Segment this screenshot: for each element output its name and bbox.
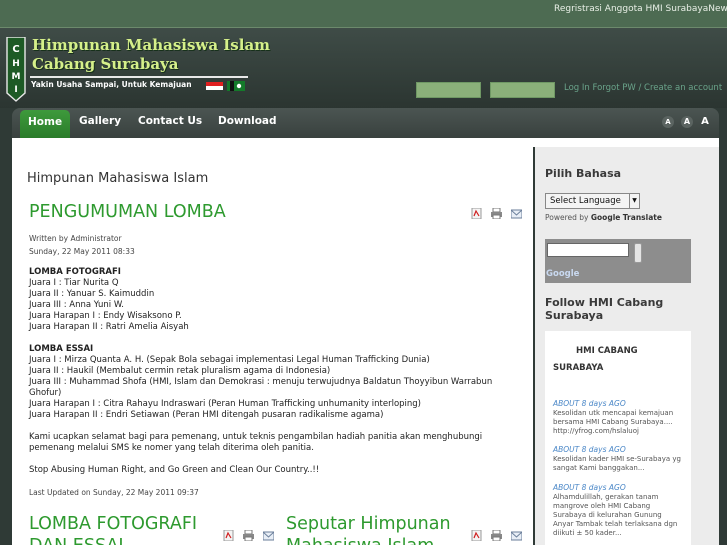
svg-text:C: C <box>12 44 19 55</box>
password-input[interactable] <box>490 82 555 98</box>
site-header: C H M I Himpunan Mahasiswa Islam Cabang … <box>0 28 727 108</box>
site-title[interactable]: Himpunan Mahasiswa Islam Cabang Surabaya <box>32 36 270 74</box>
list-item: Juara III : Anna Yuni W. <box>29 300 124 310</box>
translate-label: Translate <box>622 213 662 222</box>
nav-gallery[interactable]: Gallery <box>71 108 129 138</box>
article-title-seputar[interactable]: Seputar Himpunan Mahasiswa Islam <box>286 513 466 545</box>
twitter-widget: HMI CABANG SURABAYA ABOUT 8 days AGO Kes… <box>545 331 691 545</box>
svg-text:H: H <box>12 59 20 69</box>
language-select[interactable]: Select Language ▼ <box>545 193 640 209</box>
nav-home[interactable]: Home <box>20 110 71 138</box>
language-select-value: Select Language <box>550 196 621 206</box>
article-title[interactable]: PENGUMUMAN LOMBA <box>29 201 226 223</box>
sidebar: Pilih Bahasa Select Language ▼ Powered b… <box>535 147 719 545</box>
search-button[interactable] <box>634 243 642 263</box>
site-title-line2: Cabang Surabaya <box>32 55 179 73</box>
list-item: Juara Harapan II : Endri Setiawan (Peran… <box>29 410 384 420</box>
tweet-text: Kesolidan utk mencapai kemajuan bersama … <box>553 409 674 435</box>
font-size-small-button[interactable]: A <box>662 116 674 128</box>
site-tagline: Yakin Usaha Sampai, Untuk Kemajuan <box>31 80 192 89</box>
print-icon[interactable] <box>243 530 255 541</box>
language-module-title: Pilih Bahasa <box>545 167 622 180</box>
list-item: Juara Harapan II : Ratri Amelia Aisyah <box>29 322 189 332</box>
powered-by-google[interactable]: Powered by Google Translate <box>545 213 662 222</box>
chevron-down-icon: ▼ <box>629 194 639 208</box>
announcement-paragraph: Kami ucapkan selamat bagi para pemenang,… <box>29 432 483 453</box>
tweet-item: ABOUT 8 days AGO Kesolidan utk mencapai … <box>553 399 683 436</box>
list-item: Juara II : Haukil (Membalut cermin retak… <box>29 366 331 376</box>
google-search-logo: Google <box>546 269 580 279</box>
news-ticker[interactable]: Regristrasi Anggota HMI SurabayaNews eg <box>554 4 727 14</box>
tweet-time[interactable]: ABOUT 8 days AGO <box>553 399 683 408</box>
article-date: Sunday, 22 May 2011 08:33 <box>29 247 135 256</box>
article-actions <box>471 530 526 542</box>
pdf-icon[interactable] <box>223 530 234 541</box>
nav-contact-us[interactable]: Contact Us <box>130 108 210 138</box>
tweet-time[interactable]: ABOUT 8 days AGO <box>553 483 683 492</box>
email-icon[interactable] <box>263 530 275 541</box>
list-item: Juara Harapan I : Endy Wisaksono P. <box>29 311 182 321</box>
list-item: Juara I : Tiar Nurita Q <box>29 278 119 288</box>
username-input[interactable] <box>416 82 481 98</box>
nav-download[interactable]: Download <box>210 108 285 138</box>
article-actions <box>471 208 526 220</box>
twitter-account-name[interactable]: HMI CABANG SURABAYA <box>553 343 683 377</box>
content-top-strip <box>12 138 719 147</box>
search-input[interactable] <box>547 243 629 257</box>
email-icon[interactable] <box>511 530 523 541</box>
page-heading: Himpunan Mahasiswa Islam <box>27 171 209 186</box>
tweet-text: Alhamdulillah, gerakan tanam mangrove ol… <box>553 493 678 537</box>
tweet-item: ABOUT 8 days AGO Kesolidan kader HMI se-… <box>553 445 683 473</box>
top-bar: Regristrasi Anggota HMI SurabayaNews eg <box>0 0 727 28</box>
flags-icon <box>206 81 245 91</box>
hmi-logo-icon[interactable]: C H M I <box>6 37 26 119</box>
main-nav: Home Gallery Contact Us Download A A A <box>12 108 719 138</box>
print-icon[interactable] <box>491 530 503 541</box>
article-body: LOMBA FOTOGRAFI Juara I : Tiar Nurita Q … <box>29 267 519 476</box>
article-title-photo-essay[interactable]: LOMBA FOTOGRAFI DAN ESSAI <box>29 513 219 545</box>
tweet-item: ABOUT 8 days AGO Alhamdulillah, gerakan … <box>553 483 683 538</box>
font-size-large-button[interactable]: A <box>699 116 711 128</box>
pdf-icon[interactable] <box>471 530 482 541</box>
follow-module-title: Follow HMI Cabang Surabaya <box>545 296 664 322</box>
email-icon[interactable] <box>511 208 523 219</box>
font-size-medium-button[interactable]: A <box>681 116 693 128</box>
list-item: Juara II : Yanuar S. Kaimuddin <box>29 289 155 299</box>
list-item: Juara III : Muhammad Shofa (HMI, Islam d… <box>29 377 493 398</box>
site-title-line1: Himpunan Mahasiswa Islam <box>32 36 271 54</box>
login-links[interactable]: Log In Forgot PW / Create an account <box>564 83 722 93</box>
title-divider <box>30 76 248 78</box>
svg-text:I: I <box>14 85 17 95</box>
article-actions <box>223 530 278 542</box>
tweet-time[interactable]: ABOUT 8 days AGO <box>553 445 683 454</box>
list-item: Juara I : Mirza Quanta A. H. (Sepak Bola… <box>29 355 430 365</box>
section-title-essay: LOMBA ESSAI <box>29 344 94 354</box>
article-updated: Last Updated on Sunday, 22 May 2011 09:3… <box>29 488 199 497</box>
svg-text:M: M <box>12 72 21 82</box>
print-icon[interactable] <box>491 208 503 219</box>
list-item: Juara Harapan I : Citra Rahayu Indraswar… <box>29 399 421 409</box>
article-author: Written by Administrator <box>29 234 122 243</box>
google-logo: Google <box>590 213 621 222</box>
main-content: Himpunan Mahasiswa Islam PENGUMUMAN LOMB… <box>12 147 533 545</box>
section-title-photo: LOMBA FOTOGRAFI <box>29 267 121 277</box>
pdf-icon[interactable] <box>471 208 482 219</box>
tweet-text: Kesolidan kader HMI se-Surabaya yg sanga… <box>553 455 681 472</box>
slogan-paragraph: Stop Abusing Human Right, and Go Green a… <box>29 465 320 475</box>
google-search-box: Google <box>545 239 691 283</box>
